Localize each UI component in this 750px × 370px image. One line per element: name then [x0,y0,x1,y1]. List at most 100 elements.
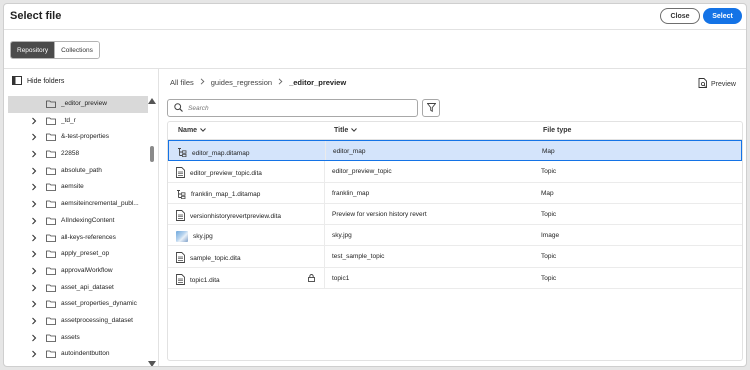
chevron-right-icon[interactable] [30,200,38,208]
folder-label: _editor_preview [61,100,107,107]
preview-button[interactable]: Preview [698,78,736,90]
select-button[interactable]: Select [703,8,742,24]
chevron-right-icon[interactable] [30,234,38,242]
table-row[interactable]: topic1.dita topic1 Topic [168,267,742,290]
folder-tree-item[interactable]: aemsiteincremental_publ... [8,196,148,213]
folder-label: apply_preset_op [61,250,110,258]
table-row[interactable]: editor_map.ditamap editor_map Map [168,140,742,162]
folder-tree-item[interactable]: assets [8,330,148,347]
file-name: sample_topic.dita [190,255,241,263]
column-header-file-type: File type [543,127,572,134]
search-input[interactable] [188,104,408,112]
preview-icon [698,78,707,90]
folder-icon [46,250,56,259]
column-separator [324,246,325,267]
folder-tree-item[interactable]: approvalWorkflow [8,263,148,280]
folder-icon [46,150,56,158]
folder-icon [46,217,56,225]
folder-tree-item[interactable]: _editor_preview [8,96,148,113]
divider [4,68,746,69]
folder-tree-item[interactable]: assetprocessing_dataset [8,313,148,330]
scroll-up-arrow-icon[interactable] [148,98,156,106]
folder-tree-item[interactable]: AIIndexingContent [8,213,148,230]
column-header-name[interactable]: Name [178,127,206,134]
chevron-down-icon [351,127,358,134]
file-type: Topic [541,168,557,176]
folder-tree-item[interactable]: _td_r [8,113,148,130]
tab-collections[interactable]: Collections [54,42,99,58]
table-row[interactable]: sample_topic.dita test_sample_topic Topic [168,246,742,268]
file-type: Image [541,232,560,240]
table-row[interactable]: sky.jpg sky.jpg Image [168,225,742,247]
file-type: Map [542,148,555,155]
folder-tree-item[interactable]: asset_api_dataset [8,280,148,297]
document-icon [176,252,185,265]
close-button[interactable]: Close [660,8,700,24]
folder-tree-item[interactable]: absolute_path [8,163,148,180]
folder-tree-item[interactable]: asset_properties_dynamic [8,296,148,313]
folder-icon [46,267,56,275]
scrollbar-thumb[interactable] [150,146,154,162]
chevron-right-icon [200,78,205,87]
chevron-right-icon[interactable] [30,300,38,308]
table-row[interactable]: editor_preview_topic.dita editor_preview_… [168,161,742,183]
folder-icon [46,284,56,292]
breadcrumb-link[interactable]: All files [170,78,194,87]
search-field[interactable] [167,99,418,117]
folder-tree-item[interactable]: 22858 [8,146,148,163]
folder-label: autoindentbutton [61,350,110,358]
file-name: topic1.dita [190,276,220,284]
folder-tree-item[interactable]: aemsite [8,179,148,196]
chevron-right-icon[interactable] [30,117,38,125]
table-row[interactable]: versionhistoryrevertpreview.dita Preview … [168,203,742,226]
map-icon [177,147,187,159]
file-name-cell: editor_preview_topic.dita [176,167,262,180]
image-thumbnail [176,231,188,243]
folder-tree-item[interactable]: &-test-properties [8,129,148,146]
file-name-cell: topic1.dita [176,273,220,287]
column-header-title[interactable]: Title [334,127,358,134]
chevron-right-icon[interactable] [30,133,38,141]
folder-tree-item[interactable]: autoindentbutton [8,346,148,363]
chevron-right-icon[interactable] [30,317,38,325]
panel-divider [158,69,159,366]
folder-label: assets [61,333,80,341]
file-name-cell: sky.jpg [176,231,213,243]
folder-tree: _editor_preview _td_r &-test-properties 228… [8,96,148,363]
folder-label: AIIndexingContent [61,216,115,224]
folder-label: assetprocessing_dataset [61,316,133,324]
file-type: Topic [541,274,557,282]
scroll-down-arrow-icon[interactable] [148,361,156,366]
chevron-right-icon[interactable] [30,334,38,342]
chevron-right-icon[interactable] [30,183,38,191]
tab-repository[interactable]: Repository [11,42,55,58]
chevron-right-icon[interactable] [30,217,38,225]
file-title: topic1 [332,274,350,282]
chevron-right-icon[interactable] [30,167,38,175]
chevron-right-icon[interactable] [30,350,38,358]
document-icon [176,273,185,287]
file-name: franklin_map_1.ditamap [191,191,261,199]
folder-icon [46,100,56,108]
chevron-right-icon[interactable] [30,250,38,258]
chevron-right-icon[interactable] [30,267,38,275]
chevron-right-icon [278,78,283,87]
file-title: franklin_map [332,189,370,197]
map-icon [176,189,186,201]
table-row[interactable]: franklin_map_1.ditamap franklin_map Map [168,182,742,204]
chevron-right-icon[interactable] [30,284,38,292]
hide-folders-button[interactable]: Hide folders [12,76,64,87]
source-toggle: Repository Collections [10,41,100,59]
folder-tree-item[interactable]: apply_preset_op [8,246,148,263]
folder-label: _td_r [61,116,76,124]
file-type: Topic [541,210,557,218]
file-type: Map [541,189,554,197]
folder-label: all-keys-references [61,233,116,241]
folder-tree-item[interactable]: all-keys-references [8,230,148,247]
folder-icon [46,167,56,175]
breadcrumb-link[interactable]: guides_regression [211,78,272,87]
file-title: sky.jpg [332,232,352,240]
filter-button[interactable] [422,99,440,117]
table-body: editor_map.ditamap editor_map Map editor_pr… [168,140,742,290]
chevron-right-icon[interactable] [30,150,38,158]
